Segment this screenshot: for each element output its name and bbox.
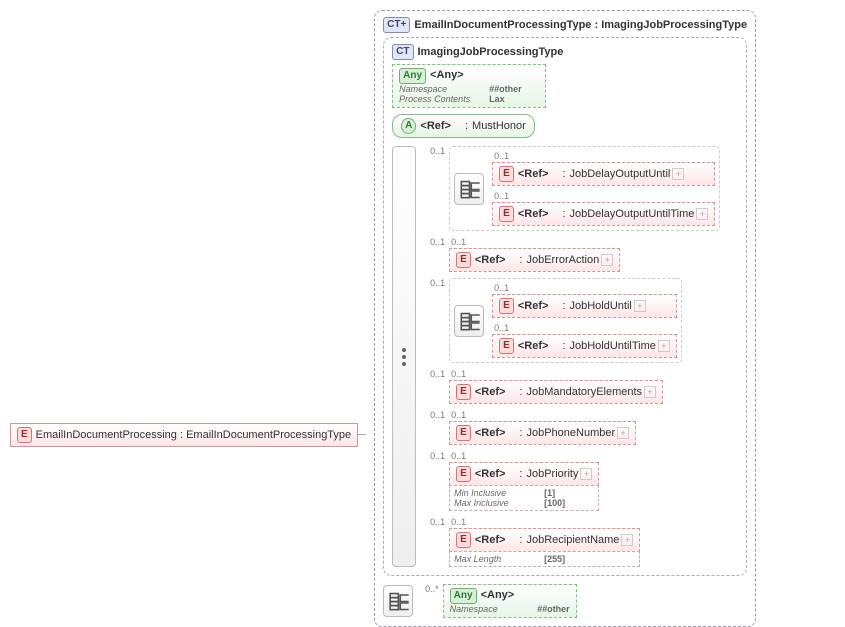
- occurrence-label: 0..1: [494, 323, 677, 333]
- occurrence-label: 0..1: [451, 517, 640, 527]
- element-badge: E: [456, 466, 471, 482]
- element-ref-jobrecipientname: E<Ref> : JobRecipientName+: [449, 528, 640, 552]
- expand-icon[interactable]: +: [621, 534, 633, 546]
- any-wildcard-top: Any<Any> Namespace##other Process Conten…: [392, 64, 546, 108]
- facets: Max Length[255]: [449, 551, 640, 567]
- any-badge: Any: [399, 68, 426, 84]
- expand-icon[interactable]: +: [644, 386, 656, 398]
- element-ref-jobdelayoutputuntiltime: E<Ref> : JobDelayOutputUntilTime+: [492, 202, 715, 226]
- expand-icon[interactable]: +: [601, 254, 613, 266]
- occurrence-label: 0..1: [494, 191, 715, 201]
- occurrence-label: 0..1: [426, 278, 449, 288]
- inner-ct-name: ImagingJobProcessingType: [418, 46, 564, 58]
- root-name: EmailInDocumentProcessing : EmailInDocum…: [36, 429, 351, 441]
- expand-icon[interactable]: +: [580, 468, 592, 480]
- element-ref-jobmandatoryelements: E<Ref> : JobMandatoryElements+: [449, 380, 663, 404]
- occurrence-label: 0..1: [451, 237, 620, 247]
- occurrence-label: 0..1: [451, 369, 663, 379]
- occurrence-label: 0..1: [426, 451, 449, 461]
- root-element: E EmailInDocumentProcessing : EmailInDoc…: [10, 423, 358, 447]
- element-badge: E: [499, 206, 514, 222]
- facets: Min Inclusive[1]Max Inclusive[100]: [449, 485, 599, 511]
- diagram-root: E EmailInDocumentProcessing : EmailInDoc…: [10, 10, 835, 627]
- ref-name: JobDelayOutputUntilTime: [569, 208, 694, 220]
- ref-name: JobHoldUntilTime: [569, 340, 655, 352]
- inner-complex-type: CT ImagingJobProcessingType Any<Any> Nam…: [383, 37, 747, 576]
- occurrence-label: 0..1: [451, 410, 636, 420]
- ref-name: JobDelayOutputUntil: [569, 168, 670, 180]
- attribute-musthonor: A <Ref> : MustHonor: [392, 114, 535, 138]
- element-badge: E: [499, 338, 514, 354]
- ref-name: JobPhoneNumber: [526, 427, 615, 439]
- ref-name: JobMandatoryElements: [526, 386, 642, 398]
- element-ref-jobphonenumber: E<Ref> : JobPhoneNumber+: [449, 421, 636, 445]
- element-badge: E: [456, 384, 471, 400]
- occurrence-label: 0..1: [426, 517, 449, 527]
- ct-badge: CT: [392, 44, 413, 60]
- ref-name: JobHoldUntil: [569, 300, 631, 312]
- element-badge: E: [456, 532, 471, 548]
- element-ref-jobdelayoutputuntil: E<Ref> : JobDelayOutputUntil+: [492, 162, 715, 186]
- ref-name: JobErrorAction: [526, 254, 599, 266]
- occurrence-label: 0..1: [426, 369, 449, 379]
- sequence-compositor: [392, 146, 416, 567]
- element-ref-jobholduntil: E<Ref> : JobHoldUntil+: [492, 294, 677, 318]
- choice-compositor-bottom: ⊟⊏⊟⊏: [383, 585, 413, 617]
- choice-group: ⊟⊏⊟⊏0..1E<Ref> : JobDelayOutputUntil+0..…: [449, 146, 720, 231]
- occurrence-label: 0..1: [426, 410, 449, 420]
- element-badge: E: [456, 252, 471, 268]
- occurrence-label: 0..1: [494, 283, 677, 293]
- outer-ct-name: EmailInDocumentProcessingType : ImagingJ…: [414, 19, 747, 31]
- expand-icon[interactable]: +: [696, 208, 708, 220]
- expand-icon[interactable]: +: [634, 300, 646, 312]
- any-badge: Any: [450, 588, 477, 604]
- ct-badge: CT+: [383, 17, 410, 33]
- occurrence-label: 0..*: [421, 584, 443, 594]
- any-wildcard-bottom: Any<Any> Namespace##other: [443, 584, 577, 618]
- expand-icon[interactable]: +: [672, 168, 684, 180]
- expand-icon[interactable]: +: [658, 340, 670, 352]
- element-badge: E: [499, 298, 514, 314]
- attr-badge: A: [401, 118, 416, 134]
- ref-name: JobPriority: [526, 468, 578, 480]
- choice-compositor: ⊟⊏⊟⊏: [454, 173, 484, 205]
- element-badge: E: [499, 166, 514, 182]
- element-ref-jobholduntiltime: E<Ref> : JobHoldUntilTime+: [492, 334, 677, 358]
- ref-name: JobRecipientName: [526, 534, 619, 546]
- connector: [358, 434, 366, 435]
- choice-group: ⊟⊏⊟⊏0..1E<Ref> : JobHoldUntil+0..1E<Ref>…: [449, 278, 682, 363]
- element-badge: E: [456, 425, 471, 441]
- element-badge: E: [17, 427, 32, 443]
- occurrence-label: 0..1: [451, 451, 599, 461]
- occurrence-label: 0..1: [426, 237, 449, 247]
- element-ref-jobpriority: E<Ref> : JobPriority+: [449, 462, 599, 486]
- expand-icon[interactable]: +: [617, 427, 629, 439]
- choice-compositor: ⊟⊏⊟⊏: [454, 305, 484, 337]
- outer-complex-type: CT+ EmailInDocumentProcessingType : Imag…: [374, 10, 756, 627]
- occurrence-label: 0..1: [494, 151, 715, 161]
- occurrence-label: 0..1: [426, 146, 449, 156]
- element-ref-joberroraction: E<Ref> : JobErrorAction+: [449, 248, 620, 272]
